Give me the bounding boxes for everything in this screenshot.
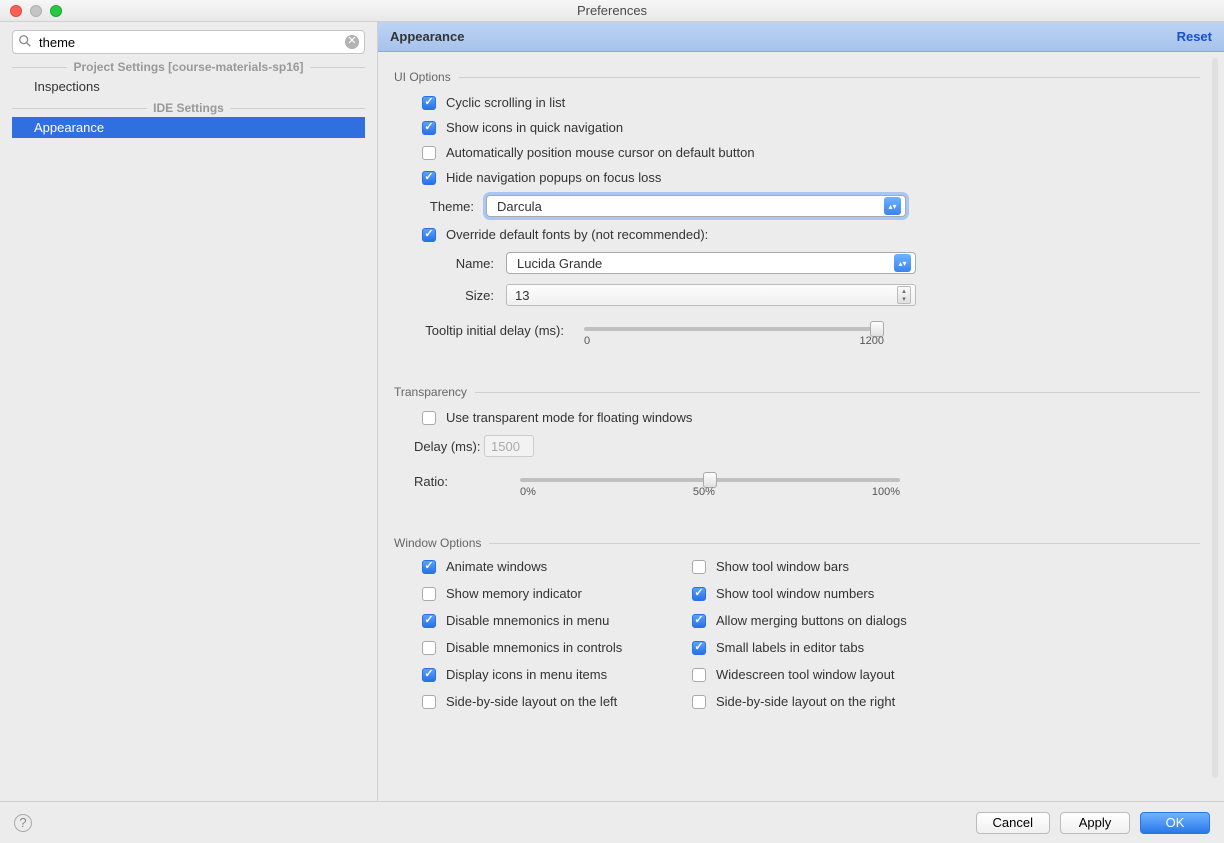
auto-cursor-checkbox[interactable] (422, 146, 436, 160)
show-tool-window-bars-label: Show tool window bars (716, 559, 849, 574)
display-icons-menu-checkbox[interactable] (422, 668, 436, 682)
titlebar: Preferences (0, 0, 1224, 22)
widescreen-layout-label: Widescreen tool window layout (716, 667, 894, 682)
sidebar-item-inspections[interactable]: Inspections (12, 76, 365, 97)
allow-merging-buttons-label: Allow merging buttons on dialogs (716, 613, 907, 628)
maximize-window-button[interactable] (50, 5, 62, 17)
show-icons-label: Show icons in quick navigation (446, 120, 623, 135)
use-transparent-checkbox[interactable] (422, 411, 436, 425)
theme-select[interactable]: Darcula ▴▾ (486, 195, 906, 217)
animate-windows-checkbox[interactable] (422, 560, 436, 574)
use-transparent-label: Use transparent mode for floating window… (446, 410, 692, 425)
tooltip-delay-slider[interactable]: 0 1200 (584, 321, 884, 357)
slider-tick-min: 0 (584, 335, 590, 347)
auto-cursor-label: Automatically position mouse cursor on d… (446, 145, 755, 160)
override-fonts-checkbox[interactable] (422, 228, 436, 242)
slider-tick-0: 0% (520, 486, 536, 498)
font-name-select[interactable]: Lucida Grande ▴▾ (506, 252, 916, 274)
clear-search-icon[interactable]: ✕ (345, 35, 359, 49)
window-title: Preferences (577, 3, 647, 18)
cyclic-scrolling-label: Cyclic scrolling in list (446, 95, 565, 110)
side-by-side-left-label: Side-by-side layout on the left (446, 694, 617, 709)
minimize-window-button[interactable] (30, 5, 42, 17)
page-title: Appearance (390, 29, 464, 44)
slider-tick-max: 1200 (860, 335, 884, 347)
override-fonts-label: Override default fonts by (not recommend… (446, 227, 708, 242)
slider-tick-100: 100% (872, 486, 900, 498)
hide-nav-label: Hide navigation popups on focus loss (446, 170, 661, 185)
theme-label: Theme: (414, 199, 474, 214)
cancel-button[interactable]: Cancel (976, 812, 1050, 834)
ratio-slider[interactable]: 0% 50% 100% (520, 472, 900, 508)
show-tool-window-numbers-label: Show tool window numbers (716, 586, 874, 601)
animate-windows-label: Animate windows (446, 559, 547, 574)
delay-label: Delay (ms): (414, 439, 484, 454)
ratio-label: Ratio: (414, 472, 484, 489)
spinner-icon[interactable]: ▴▾ (897, 286, 911, 304)
show-tool-window-numbers-checkbox[interactable] (692, 587, 706, 601)
theme-value: Darcula (497, 199, 542, 214)
ok-button[interactable]: OK (1140, 812, 1210, 834)
dropdown-arrows-icon: ▴▾ (894, 254, 911, 272)
font-size-label: Size: (434, 288, 494, 303)
search-box: ✕ (12, 30, 365, 54)
side-by-side-right-label: Side-by-side layout on the right (716, 694, 895, 709)
footer: ? Cancel Apply OK (0, 801, 1224, 843)
apply-button[interactable]: Apply (1060, 812, 1130, 834)
sidebar-item-appearance[interactable]: Appearance (12, 117, 365, 138)
content-header: Appearance Reset (378, 22, 1224, 52)
sidebar-section-project: Project Settings [course-materials-sp16] (12, 60, 365, 74)
show-tool-window-bars-checkbox[interactable] (692, 560, 706, 574)
search-icon (18, 34, 32, 48)
delay-input: 1500 (484, 435, 534, 457)
close-window-button[interactable] (10, 5, 22, 17)
window-controls (10, 5, 62, 17)
scrollbar[interactable] (1212, 58, 1218, 778)
cyclic-scrolling-checkbox[interactable] (422, 96, 436, 110)
widescreen-layout-checkbox[interactable] (692, 668, 706, 682)
transparency-title: Transparency (394, 385, 1200, 399)
reset-link[interactable]: Reset (1177, 29, 1212, 44)
ui-options-title: UI Options (394, 70, 1200, 84)
sidebar: ✕ Project Settings [course-materials-sp1… (0, 22, 378, 801)
slider-tick-50: 50% (693, 486, 715, 498)
side-by-side-right-checkbox[interactable] (692, 695, 706, 709)
window-options-title: Window Options (394, 536, 1200, 550)
content-pane: Appearance Reset UI Options Cyclic scrol… (378, 22, 1224, 801)
disable-mnemonics-controls-checkbox[interactable] (422, 641, 436, 655)
show-icons-checkbox[interactable] (422, 121, 436, 135)
disable-mnemonics-menu-checkbox[interactable] (422, 614, 436, 628)
font-name-label: Name: (434, 256, 494, 271)
small-labels-tabs-checkbox[interactable] (692, 641, 706, 655)
font-size-value: 13 (515, 288, 529, 303)
side-by-side-left-checkbox[interactable] (422, 695, 436, 709)
window-options-grid: Animate windows Show tool window bars Sh… (394, 556, 1200, 712)
hide-nav-checkbox[interactable] (422, 171, 436, 185)
display-icons-menu-label: Display icons in menu items (446, 667, 607, 682)
show-memory-indicator-label: Show memory indicator (446, 586, 582, 601)
show-memory-indicator-checkbox[interactable] (422, 587, 436, 601)
help-icon[interactable]: ? (14, 814, 32, 832)
disable-mnemonics-menu-label: Disable mnemonics in menu (446, 613, 609, 628)
dropdown-arrows-icon: ▴▾ (884, 197, 901, 215)
sidebar-section-ide: IDE Settings (12, 101, 365, 115)
font-size-input[interactable]: 13 ▴▾ (506, 284, 916, 306)
allow-merging-buttons-checkbox[interactable] (692, 614, 706, 628)
search-input[interactable] (12, 30, 365, 54)
small-labels-tabs-label: Small labels in editor tabs (716, 640, 864, 655)
font-name-value: Lucida Grande (517, 256, 602, 271)
disable-mnemonics-controls-label: Disable mnemonics in controls (446, 640, 622, 655)
tooltip-delay-label: Tooltip initial delay (ms): (414, 321, 564, 338)
